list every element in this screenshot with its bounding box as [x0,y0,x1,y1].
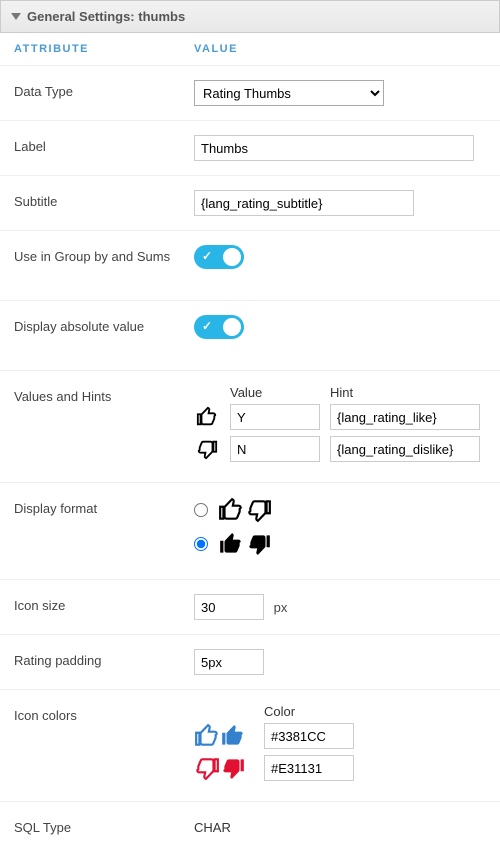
label-subtitle: Subtitle [14,190,194,209]
label-label: Label [14,135,194,154]
label-values-hints: Values and Hints [14,385,194,404]
color-row-like [194,723,486,749]
thumb-up-outline-icon [218,497,244,523]
format-option-outline [194,497,486,523]
thumb-down-icon [194,438,220,460]
format-radio-solid[interactable] [194,537,208,551]
thumb-up-outline-icon [194,723,220,749]
panel-header[interactable]: General Settings: thumbs [0,0,500,33]
data-type-select[interactable]: Rating Thumbs [194,80,384,106]
label-icon-colors: Icon colors [14,704,194,723]
row-rating-padding: Rating padding [0,635,500,690]
format-option-solid [194,531,486,557]
hint-input-dislike[interactable] [330,436,480,462]
row-label: Label [0,121,500,176]
label-input[interactable] [194,135,474,161]
sql-type-value: CHAR [194,816,486,835]
row-data-type: Data Type Rating Thumbs [0,66,500,121]
thumb-down-solid-icon [220,755,246,781]
header-value: VALUE [194,43,486,55]
subtitle-input[interactable] [194,190,414,216]
row-sql-type: SQL Type CHAR [0,802,500,849]
rating-padding-input[interactable] [194,649,264,675]
label-icon-size: Icon size [14,594,194,613]
icon-size-unit: px [274,600,288,615]
vh-row-dislike [194,436,486,462]
row-display-format: Display format [0,483,500,580]
header-attribute: ATTRIBUTE [14,43,194,55]
row-group-by: Use in Group by and Sums ✓ [0,231,500,301]
color-row-dislike [194,755,486,781]
check-icon: ✓ [202,319,212,333]
color-input-like[interactable] [264,723,354,749]
thumb-down-outline-icon [194,755,220,781]
label-group-by: Use in Group by and Sums [14,245,194,264]
row-icon-colors: Icon colors Color [0,690,500,802]
thumb-down-solid-icon [246,531,272,557]
panel-title: General Settings: thumbs [27,9,185,24]
absolute-toggle[interactable]: ✓ [194,315,244,339]
row-absolute: Display absolute value ✓ [0,301,500,371]
value-input-like[interactable] [230,404,320,430]
thumb-down-outline-icon [246,497,272,523]
label-absolute: Display absolute value [14,315,194,334]
label-display-format: Display format [14,497,194,516]
row-subtitle: Subtitle [0,176,500,231]
row-values-hints: Values and Hints Value Hint [0,371,500,483]
group-by-toggle[interactable]: ✓ [194,245,244,269]
label-sql-type: SQL Type [14,816,194,835]
color-input-dislike[interactable] [264,755,354,781]
thumb-up-solid-icon [220,723,246,749]
col-hint-header: Hint [330,385,353,400]
column-headers: ATTRIBUTE VALUE [0,33,500,66]
thumb-up-solid-icon [218,531,244,557]
row-icon-size: Icon size px [0,580,500,635]
label-rating-padding: Rating padding [14,649,194,668]
check-icon: ✓ [202,249,212,263]
label-data-type: Data Type [14,80,194,99]
format-radio-outline[interactable] [194,503,208,517]
col-color-header: Color [264,704,486,719]
vh-row-like [194,404,486,430]
hint-input-like[interactable] [330,404,480,430]
col-value-header: Value [230,385,320,400]
icon-size-input[interactable] [194,594,264,620]
collapse-icon [11,13,21,20]
value-input-dislike[interactable] [230,436,320,462]
thumb-up-icon [194,406,220,428]
